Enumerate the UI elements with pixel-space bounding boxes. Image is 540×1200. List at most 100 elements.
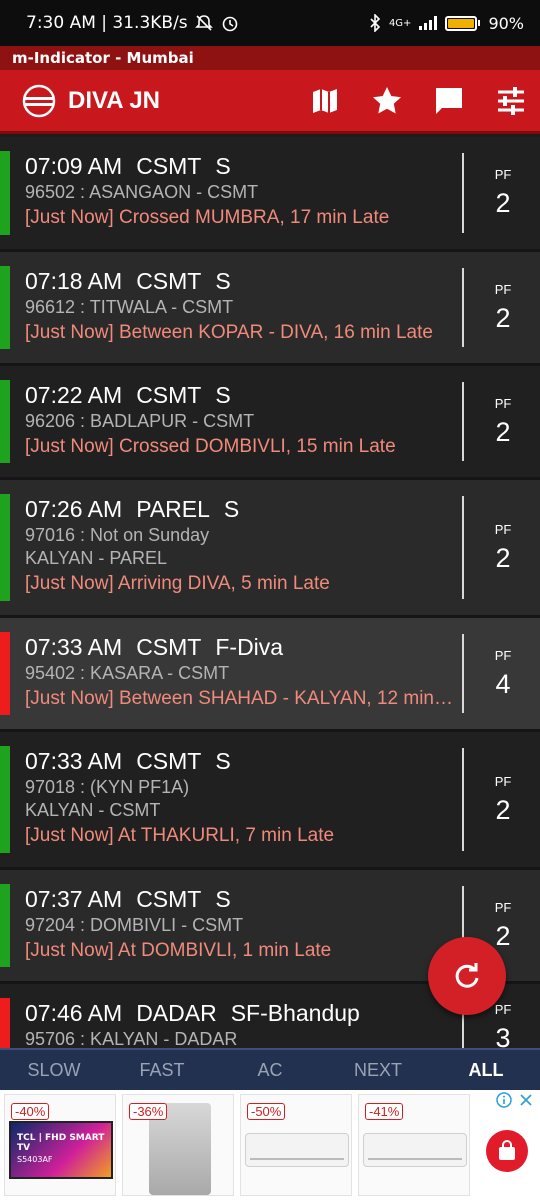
chat-icon[interactable]: [432, 84, 466, 118]
ad-product-tv[interactable]: -40% TCL | FHD SMART TV S5403AF: [4, 1094, 116, 1196]
ad-banner[interactable]: -40% TCL | FHD SMART TV S5403AF -36% -50…: [0, 1090, 540, 1200]
tab-slow[interactable]: SLOW: [0, 1060, 108, 1081]
train-route: KALYAN - CSMT: [25, 800, 161, 820]
train-live-status: [Just Now] At DOMBIVLI, 1 min Late: [25, 940, 332, 961]
train-live-status: [Just Now] Between SHAHAD - KALYAN, 12 m…: [25, 688, 455, 709]
train-destination: CSMT: [136, 382, 202, 408]
train-list: 07:09 AM CSMT S 96502 : ASANGAON - CSMT [J…: [0, 137, 540, 1048]
close-icon[interactable]: [518, 1092, 534, 1108]
train-time: 07:26 AM: [25, 496, 123, 522]
ad-product-ac[interactable]: -41%: [358, 1094, 470, 1196]
tv-brand: TCL | FHD SMART TV: [17, 1133, 105, 1153]
tab-next[interactable]: NEXT: [324, 1060, 432, 1081]
train-type: S: [215, 886, 231, 912]
train-type: SF-Bhandup: [230, 1000, 360, 1026]
train-time: 07:09 AM: [25, 153, 123, 179]
discount-badge: -36%: [129, 1103, 168, 1120]
train-destination: CSMT: [136, 748, 202, 774]
platform-label: PF: [494, 647, 512, 663]
map-icon[interactable]: [308, 84, 342, 118]
tab-ac[interactable]: AC: [216, 1060, 324, 1081]
settings-sliders-icon[interactable]: [494, 84, 528, 118]
train-live-status: [Just Now] Crossed DOMBIVLI, 15 min Late: [25, 436, 396, 457]
ad-product-ac[interactable]: -50%: [240, 1094, 352, 1196]
row-divider: [462, 496, 464, 599]
slow-indicator-bar: [0, 746, 10, 853]
train-time: 07:33 AM: [25, 634, 123, 660]
train-number-route: 96206 : BADLAPUR - CSMT: [25, 411, 255, 431]
train-type: S: [215, 382, 231, 408]
train-time: 07:37 AM: [25, 886, 123, 912]
info-icon[interactable]: [496, 1092, 512, 1108]
train-live-status: [Just Now] Between KOPAR - DIVA, 16 min …: [25, 322, 433, 343]
discount-badge: -41%: [365, 1103, 404, 1120]
ad-choices[interactable]: [496, 1092, 534, 1108]
slow-indicator-bar: [0, 266, 10, 349]
tab-all[interactable]: ALL: [432, 1060, 540, 1081]
row-divider: [462, 268, 464, 347]
tv-model: S5403AF: [17, 1155, 53, 1164]
network-label: 4G+: [388, 17, 412, 29]
platform-number: 3: [495, 1023, 511, 1048]
filter-tabs: SLOW FAST AC NEXT ALL: [0, 1048, 540, 1090]
shopping-bag-button[interactable]: [486, 1130, 528, 1172]
bluetooth-icon: [370, 14, 381, 32]
platform-label: PF: [494, 281, 512, 297]
train-row[interactable]: 07:26 AM PAREL S 97016 : Not on Sunday KAL…: [0, 480, 540, 618]
train-row[interactable]: 07:33 AM CSMT S 97018 : (KYN PF1A) KALYAN …: [0, 732, 540, 870]
train-time: 07:33 AM: [25, 748, 123, 774]
status-bar: 7:30 AM | 31.3KB/s 4G+ 90%: [0, 0, 540, 46]
train-time: 07:22 AM: [25, 382, 123, 408]
platform-box: PF 2: [466, 252, 540, 363]
row-divider: [462, 634, 464, 713]
platform-number: 2: [495, 542, 511, 573]
fast-indicator-bar: [0, 998, 10, 1048]
tv-image: TCL | FHD SMART TV S5403AF: [9, 1121, 113, 1179]
ad-product-washing-machine[interactable]: -36%: [122, 1094, 234, 1196]
status-time-speed: 7:30 AM | 31.3KB/s: [26, 13, 188, 33]
train-type: S: [223, 496, 240, 522]
app-screen: 7:30 AM | 31.3KB/s 4G+ 90% m-Indicator -…: [0, 0, 540, 1200]
platform-label: PF: [494, 773, 512, 789]
train-destination: CSMT: [136, 886, 202, 912]
train-type: S: [215, 153, 231, 179]
battery-percent: 90%: [488, 13, 524, 33]
train-time: 07:46 AM: [25, 1000, 123, 1026]
train-number-route: 96502 : ASANGAON - CSMT: [25, 182, 259, 202]
slow-indicator-bar: [0, 884, 10, 967]
refresh-icon: [455, 963, 479, 988]
train-row[interactable]: 07:22 AM CSMT S 96206 : BADLAPUR - CSMT [J…: [0, 366, 540, 480]
platform-label: PF: [494, 1002, 512, 1017]
train-live-status: [Just Now] Arriving DIVA, 5 min Late: [25, 573, 330, 594]
platform-number: 2: [495, 302, 511, 333]
toolbar: DIVA JN: [0, 70, 540, 134]
train-number-note: 97018 : (KYN PF1A): [25, 777, 190, 797]
platform-label: PF: [494, 395, 512, 411]
ac-image: [363, 1133, 467, 1167]
slow-indicator-bar: [0, 380, 10, 463]
platform-label: PF: [494, 521, 512, 537]
fast-indicator-bar: [0, 632, 10, 715]
platform-number: 2: [495, 416, 511, 447]
train-row[interactable]: 07:18 AM CSMT S 96612 : TITWALA - CSMT [Ju…: [0, 252, 540, 366]
signal-icon: [419, 16, 438, 30]
train-number-route: 97204 : DOMBIVLI - CSMT: [25, 915, 244, 935]
train-number-route: 96612 : TITWALA - CSMT: [25, 297, 234, 317]
slow-indicator-bar: [0, 494, 10, 601]
discount-badge: -50%: [247, 1103, 286, 1120]
train-type: S: [215, 748, 231, 774]
station-name: DIVA JN: [68, 86, 161, 114]
favorite-star-icon[interactable]: [370, 84, 404, 118]
train-number-route: 95402 : KASARA - CSMT: [25, 663, 230, 683]
tab-fast[interactable]: FAST: [108, 1060, 216, 1081]
train-destination: PAREL: [136, 496, 210, 522]
ac-image: [245, 1133, 349, 1167]
refresh-button[interactable]: [428, 937, 506, 1015]
platform-number: 2: [495, 188, 511, 218]
train-destination: CSMT: [136, 634, 202, 660]
train-live-status: [Just Now] Crossed MUMBRA, 17 min Late: [25, 207, 390, 228]
platform-number: 2: [495, 920, 511, 951]
train-row[interactable]: 07:33 AM CSMT F-Diva 95402 : KASARA - CSMT…: [0, 618, 540, 732]
platform-box: PF 2: [466, 366, 540, 477]
train-row[interactable]: 07:09 AM CSMT S 96502 : ASANGAON - CSMT [J…: [0, 137, 540, 252]
